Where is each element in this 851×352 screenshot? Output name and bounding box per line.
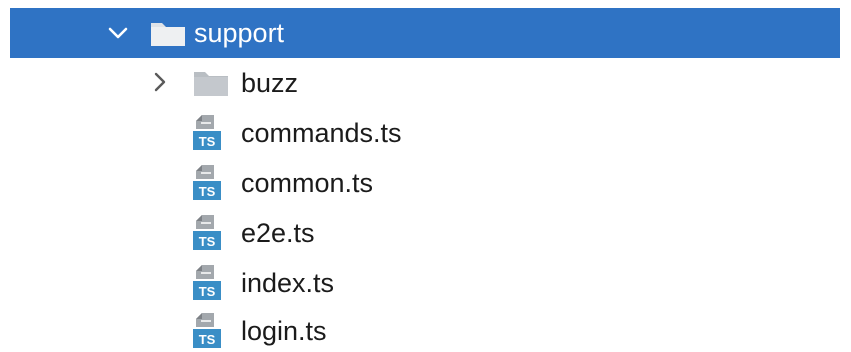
tree-item-label: index.ts — [241, 268, 335, 298]
typescript-file-icon: TS — [193, 265, 221, 300]
ts-badge: TS — [199, 332, 216, 347]
tree-item-support[interactable]: support — [10, 8, 840, 58]
tree-item-label: buzz — [241, 68, 299, 98]
ts-badge: TS — [199, 184, 216, 199]
tree-item-label: login.ts — [241, 316, 327, 346]
chevron-right-icon[interactable] — [148, 58, 172, 108]
tree-item-label: common.ts — [241, 168, 374, 198]
folder-icon — [194, 72, 228, 96]
typescript-file-icon: TS — [193, 115, 221, 150]
project-file-tree: support buzz TS commands.ts TS common.ts… — [0, 0, 851, 352]
tree-item-label: commands.ts — [241, 118, 402, 148]
typescript-file-icon: TS — [193, 313, 221, 348]
folder-icon — [151, 23, 185, 46]
typescript-file-icon: TS — [193, 215, 221, 250]
typescript-file-icon: TS — [193, 165, 221, 200]
ts-badge: TS — [199, 134, 216, 149]
tree-item-login-ts[interactable]: TS login.ts — [0, 306, 851, 352]
tree-item-e2e-ts[interactable]: TS e2e.ts — [0, 208, 851, 258]
tree-item-buzz[interactable]: buzz — [0, 58, 851, 108]
ts-badge: TS — [199, 284, 216, 299]
tree-item-label: e2e.ts — [241, 218, 315, 248]
chevron-down-icon[interactable] — [106, 8, 130, 58]
tree-item-common-ts[interactable]: TS common.ts — [0, 158, 851, 208]
tree-item-index-ts[interactable]: TS index.ts — [0, 258, 851, 308]
tree-item-label: support — [194, 18, 285, 48]
tree-item-commands-ts[interactable]: TS commands.ts — [0, 108, 851, 158]
ts-badge: TS — [199, 234, 216, 249]
